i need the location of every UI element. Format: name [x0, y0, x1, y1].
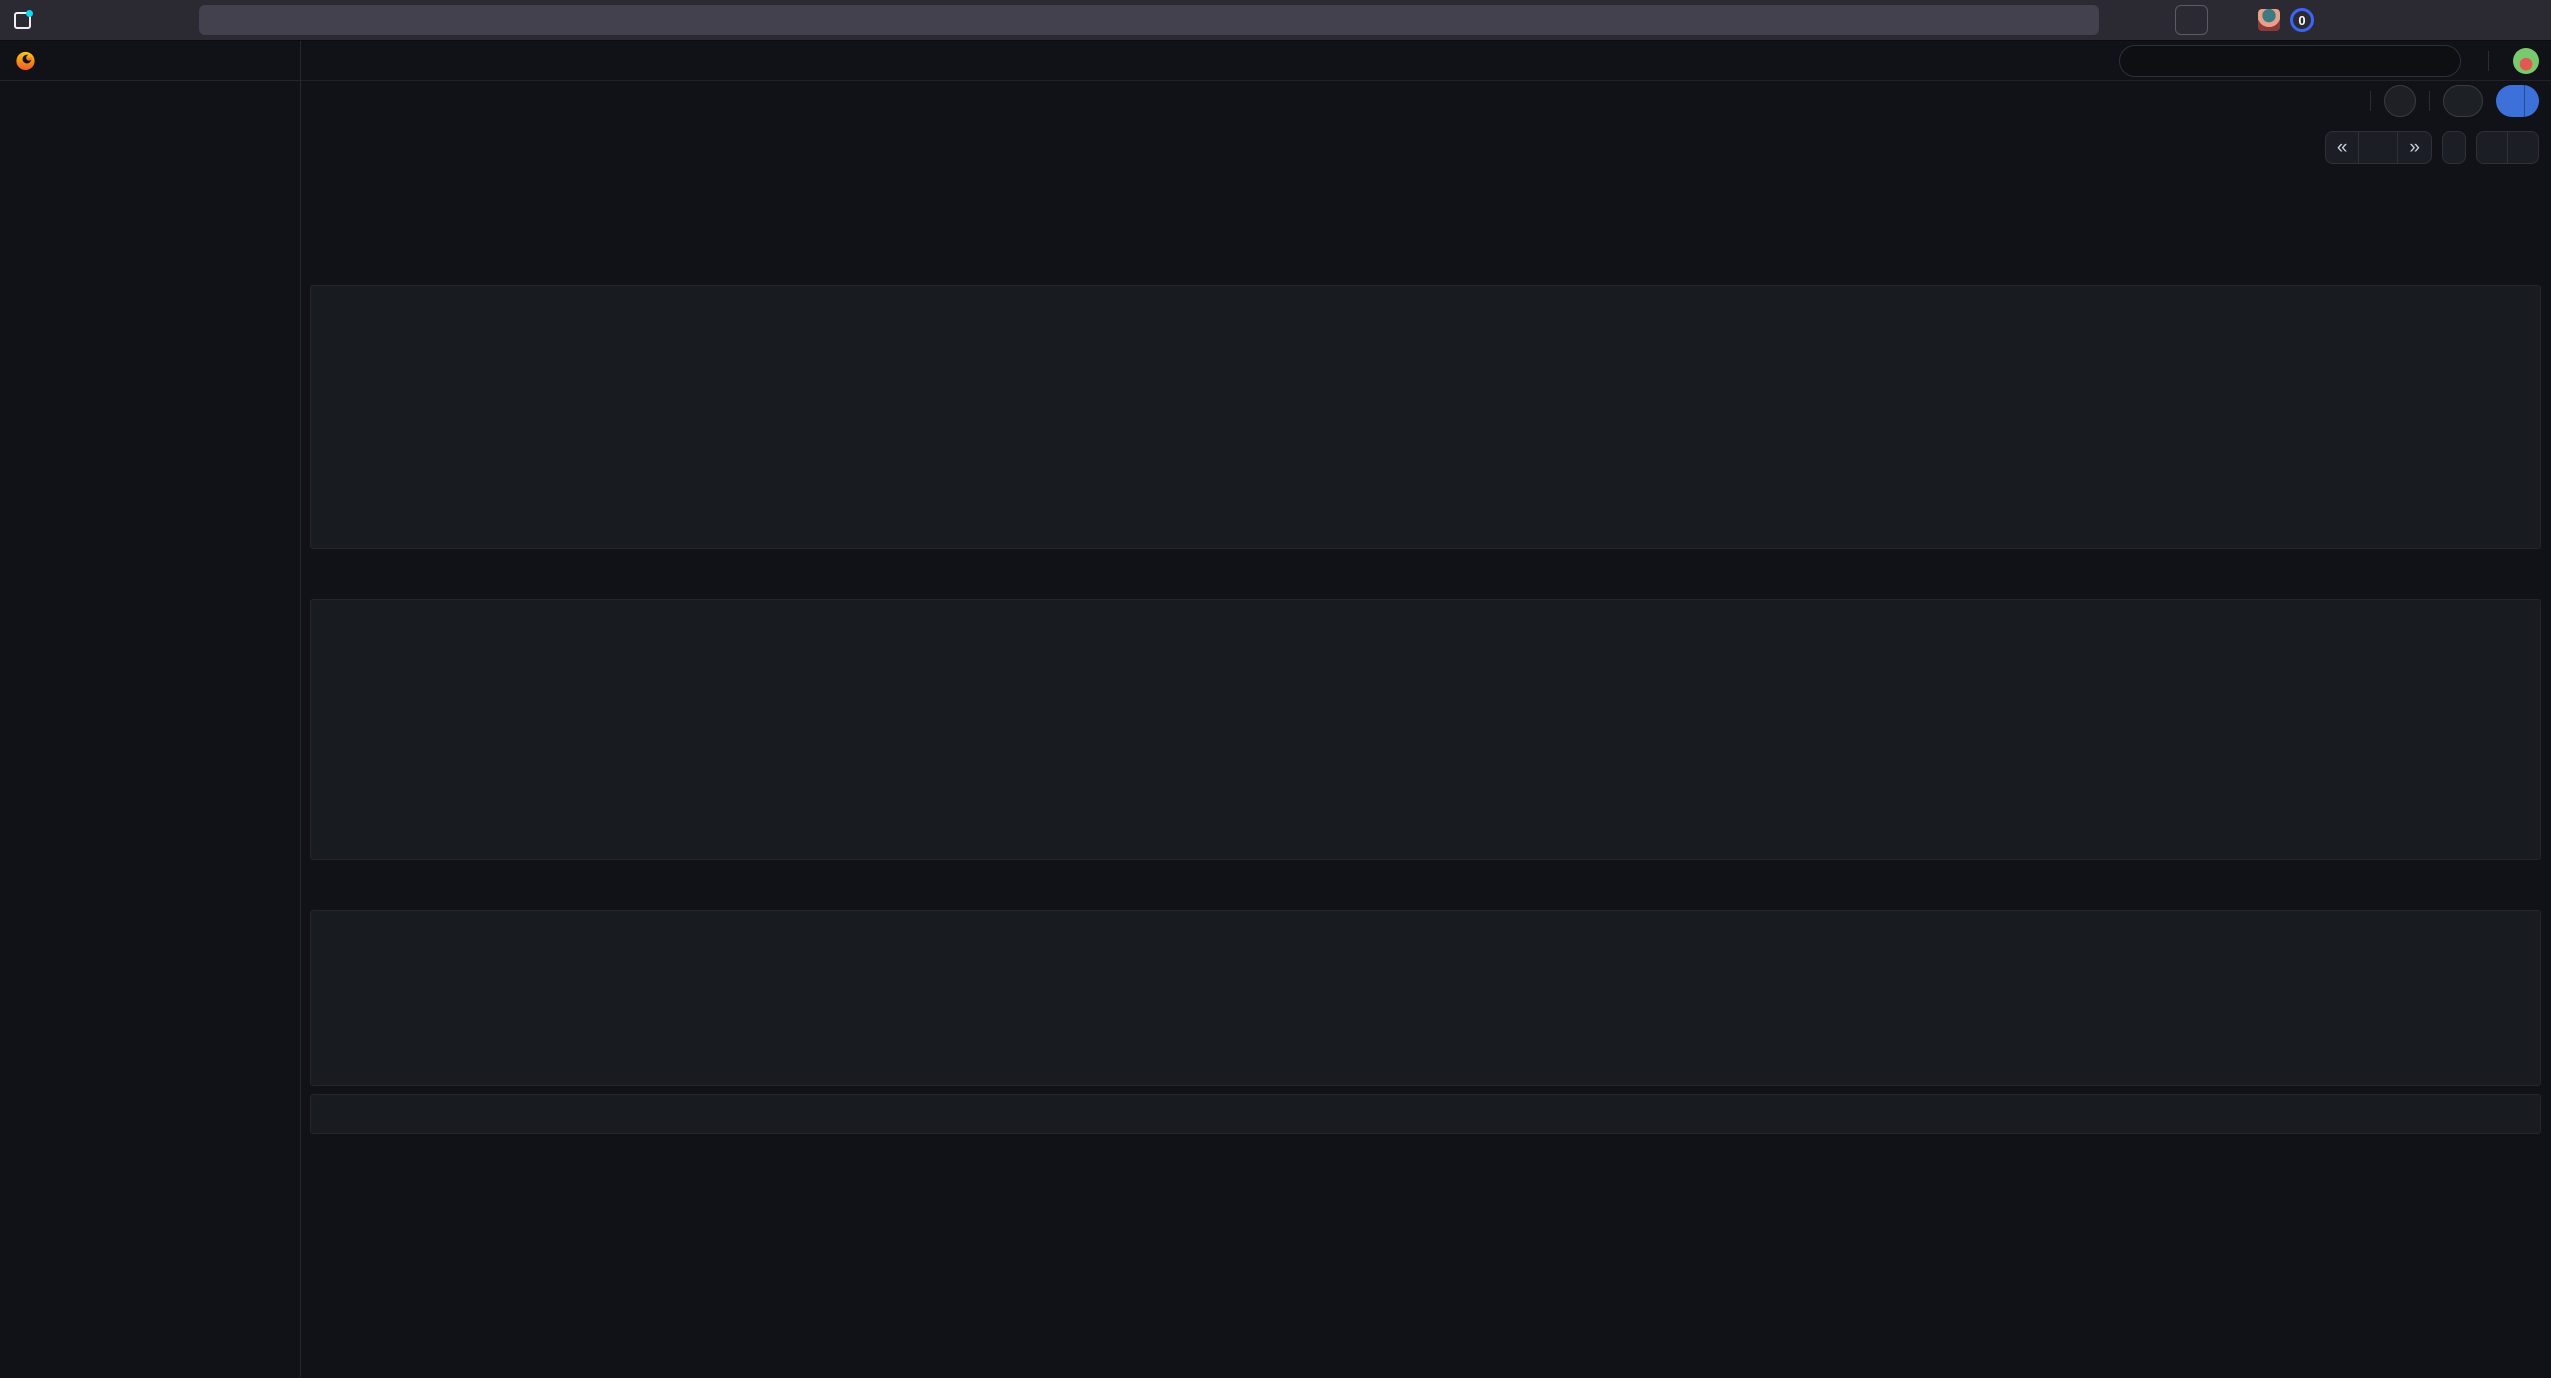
- share-button-group: [2496, 85, 2539, 117]
- cpu-x-axis: [381, 835, 1976, 857]
- user-avatar[interactable]: [2513, 48, 2539, 74]
- url-bar[interactable]: [199, 5, 2099, 35]
- network-chart-canvas[interactable]: [379, 929, 2532, 1061]
- divider: [2488, 51, 2489, 71]
- section-header-network[interactable]: [312, 878, 2541, 902]
- tab-icon[interactable]: [14, 12, 31, 29]
- pods-cpu-usage-panel: [310, 599, 2541, 860]
- browser-sign-in-button[interactable]: [2175, 5, 2208, 35]
- time-shift-forward-button[interactable]: »: [2397, 131, 2432, 164]
- password-manager-icon[interactable]: 0: [2290, 8, 2314, 32]
- app-header: [301, 41, 2551, 81]
- network-io-pressure-panel: [310, 910, 2541, 1086]
- cpu-chart-canvas[interactable]: [381, 618, 1976, 835]
- password-manager-glyph: 0: [2298, 13, 2305, 28]
- share-button[interactable]: [2496, 85, 2524, 117]
- pods-memory-usage-panel: [310, 285, 2541, 549]
- refresh-group: [2476, 131, 2539, 164]
- browser-reload-button[interactable]: [129, 5, 159, 35]
- memory-chart-canvas[interactable]: [375, 304, 2332, 524]
- time-shift-back-button[interactable]: «: [2325, 131, 2360, 164]
- panel-title[interactable]: [311, 286, 2540, 296]
- grafana-logo[interactable]: [14, 49, 37, 72]
- sidebar-brand-row: [0, 41, 300, 81]
- network-y-axis: [317, 929, 379, 1083]
- dashboard-controls-row: « »: [301, 121, 2551, 169]
- divider: [2429, 91, 2430, 111]
- time-range-group: « »: [2325, 131, 2432, 164]
- make-editable-button[interactable]: [2384, 85, 2416, 117]
- divider: [2370, 91, 2371, 111]
- tab-notification-dot: [26, 10, 33, 17]
- panel-title[interactable]: [311, 911, 2540, 921]
- memory-y-axis: [317, 304, 375, 546]
- section-header-memory[interactable]: [312, 253, 2541, 277]
- double-chevron-right-icon: »: [2409, 138, 2420, 157]
- panel-title[interactable]: [311, 600, 2540, 610]
- browser-chrome: 0: [0, 0, 2551, 41]
- browser-forward-button[interactable]: [89, 5, 119, 35]
- network-x-axis: [379, 1061, 2532, 1083]
- downloads-icon[interactable]: [2135, 5, 2165, 35]
- browser-back-button[interactable]: [49, 5, 79, 35]
- extension-icon[interactable]: [2218, 5, 2248, 35]
- main-area: « »: [301, 41, 2551, 1377]
- section-header-summary[interactable]: [312, 187, 2541, 211]
- cpu-legend-table: [1976, 618, 2532, 857]
- search-input[interactable]: [2119, 45, 2461, 77]
- refresh-button[interactable]: [2476, 131, 2508, 164]
- browser-menu-icon[interactable]: [2324, 5, 2354, 35]
- clipped-next-panel: [310, 1094, 2541, 1134]
- sidebar: [0, 41, 301, 1377]
- dashboard-actions-row: [301, 81, 2551, 121]
- dashboard-content: [301, 169, 2551, 1377]
- extension-avatar-icon[interactable]: [2258, 9, 2280, 31]
- time-range-picker[interactable]: [2358, 131, 2398, 164]
- search-field[interactable]: [2143, 52, 2437, 69]
- double-chevron-left-icon: «: [2337, 138, 2348, 157]
- section-header-cpu[interactable]: [312, 567, 2541, 591]
- cpu-y-axis: [317, 618, 381, 857]
- memory-legend: [2332, 304, 2532, 546]
- memory-x-axis: [375, 524, 2332, 546]
- refresh-interval-picker[interactable]: [2507, 131, 2539, 164]
- zoom-out-button[interactable]: [2442, 131, 2466, 164]
- share-dropdown-button[interactable]: [2524, 85, 2539, 117]
- export-button[interactable]: [2443, 85, 2483, 117]
- panel-title[interactable]: [311, 1095, 2540, 1101]
